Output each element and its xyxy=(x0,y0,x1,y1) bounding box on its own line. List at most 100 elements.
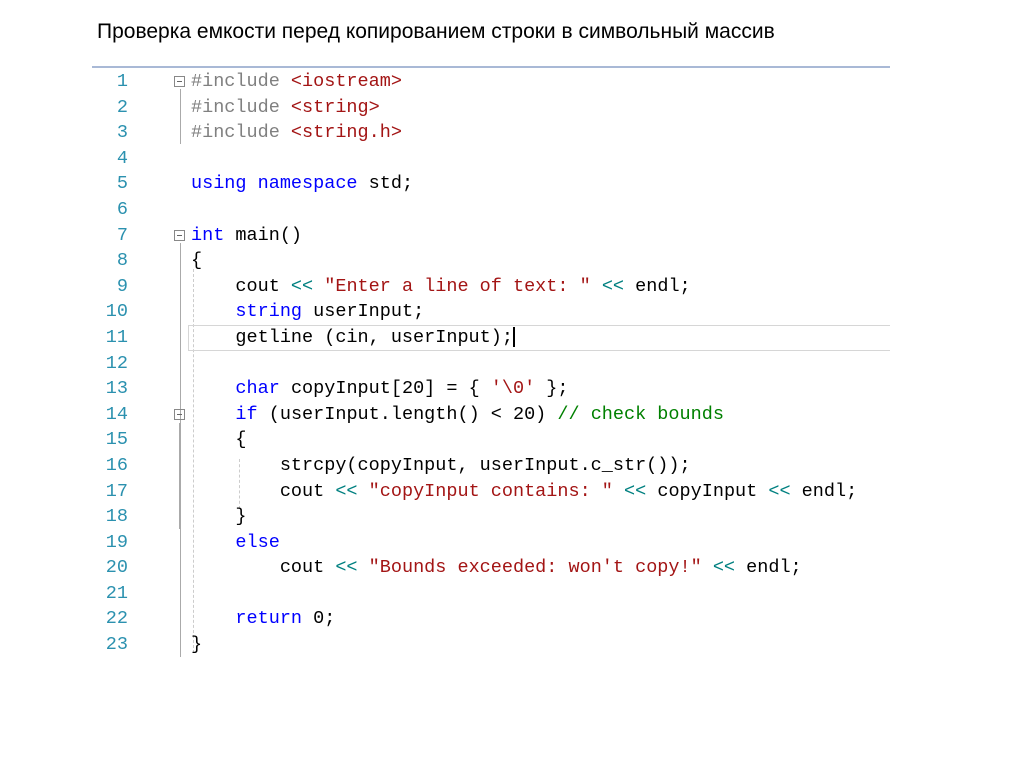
code-token: // check bounds xyxy=(557,403,724,425)
line-number: 15 xyxy=(105,429,128,451)
code-line[interactable]: 17 cout << "copyInput contains: " << cop… xyxy=(92,479,890,505)
code-token: "Bounds exceeded: won't copy!" xyxy=(368,557,702,579)
code-token: cout xyxy=(191,275,291,297)
code-token: <string> xyxy=(290,96,380,118)
code-text: using namespace std; xyxy=(191,171,413,197)
line-number: 10 xyxy=(105,301,128,323)
code-token: endl; xyxy=(624,275,691,297)
code-token: strcpy(copyInput, userInput.c_str()); xyxy=(191,454,691,476)
code-token: "copyInput contains: " xyxy=(368,480,613,502)
code-token: << xyxy=(335,480,358,502)
code-token: copyInput xyxy=(646,480,769,502)
editor-top-border xyxy=(92,66,890,68)
line-number: 9 xyxy=(116,275,128,297)
code-text: #include <string.h> xyxy=(191,120,402,146)
line-number: 7 xyxy=(116,224,128,246)
code-token: endl; xyxy=(735,557,802,579)
text-caret xyxy=(512,327,515,348)
line-number: 16 xyxy=(105,454,128,476)
code-line[interactable]: 11 getline (cin, userInput); xyxy=(92,324,890,351)
collapse-icon[interactable] xyxy=(174,229,185,241)
slide-title: Проверка емкости перед копированием стро… xyxy=(97,20,775,43)
code-line[interactable]: 20 cout << "Bounds exceeded: won't copy!… xyxy=(92,555,890,581)
code-line[interactable]: 22 return 0; xyxy=(92,606,890,632)
code-line[interactable]: 23} xyxy=(92,632,890,658)
code-token: userInput; xyxy=(302,301,425,323)
line-number: 18 xyxy=(105,506,128,528)
code-text: int main() xyxy=(191,223,302,249)
code-line[interactable]: 1 #include <iostream> xyxy=(92,69,890,95)
code-text: #include <iostream> xyxy=(191,69,402,95)
code-token: main() xyxy=(224,224,303,246)
code-line[interactable]: 13 char copyInput[20] = { '\0' }; xyxy=(92,376,890,402)
code-line[interactable]: 5 using namespace std; xyxy=(92,171,890,197)
line-number: 14 xyxy=(105,403,128,425)
code-editor[interactable]: 1 #include <iostream> 2 #include <string> 3 #… xyxy=(92,69,890,658)
code-line[interactable]: 3 #include <string.h> xyxy=(92,120,890,146)
code-line[interactable]: 9 cout << "Enter a line of text: " << en… xyxy=(92,274,890,300)
code-line[interactable]: 2 #include <string> xyxy=(92,95,890,121)
code-token: char xyxy=(235,378,280,400)
line-number: 19 xyxy=(105,531,128,553)
code-token: cout xyxy=(191,557,336,579)
code-line[interactable]: 18 } xyxy=(92,504,890,530)
code-token: << xyxy=(712,557,736,579)
code-token: getline (cin, userInput); xyxy=(191,326,513,348)
code-text: { xyxy=(191,248,202,274)
code-token: #include xyxy=(191,96,291,118)
code-token: (userInput.length() < 20) xyxy=(257,403,558,425)
code-text: } xyxy=(191,504,247,530)
collapse-icon[interactable] xyxy=(174,408,185,420)
code-token: } xyxy=(191,634,203,656)
line-number: 2 xyxy=(116,96,128,118)
code-line[interactable]: 7 int main() xyxy=(92,223,890,249)
collapse-icon[interactable] xyxy=(174,76,185,87)
code-line[interactable]: 16 strcpy(copyInput, userInput.c_str()); xyxy=(92,453,890,479)
code-token: string xyxy=(235,301,303,323)
code-line[interactable]: 14 if (userInput.length() < 20) // check… xyxy=(92,402,890,428)
code-text: if (userInput.length() < 20) // check bo… xyxy=(191,402,724,428)
code-line[interactable]: 12 xyxy=(92,351,890,377)
line-number: 20 xyxy=(105,557,128,579)
line-number: 4 xyxy=(116,147,128,169)
code-token: } xyxy=(191,506,247,528)
code-token: << xyxy=(624,480,647,502)
line-number: 12 xyxy=(105,352,128,374)
code-line[interactable]: 8{ xyxy=(92,248,890,274)
code-token: { xyxy=(191,250,203,272)
code-line[interactable]: 10 string userInput; xyxy=(92,299,890,325)
code-line[interactable]: 19 else xyxy=(92,530,890,556)
code-text: { xyxy=(191,427,247,453)
code-token: #include xyxy=(191,71,291,92)
code-token: <string.h> xyxy=(290,122,402,144)
code-text: cout << "Bounds exceeded: won't copy!" <… xyxy=(191,555,802,581)
code-text: } xyxy=(191,632,202,658)
code-line[interactable]: 6 xyxy=(92,197,890,223)
code-token: cout xyxy=(191,480,336,502)
code-token: <iostream> xyxy=(290,71,402,92)
code-text: strcpy(copyInput, userInput.c_str()); xyxy=(191,453,691,479)
code-token: { xyxy=(191,429,247,451)
code-line[interactable]: 15 { xyxy=(92,427,890,453)
code-text: char copyInput[20] = { '\0' }; xyxy=(191,376,569,402)
code-token: }; xyxy=(535,378,569,400)
line-number: 11 xyxy=(105,326,128,348)
code-text: getline (cin, userInput); xyxy=(191,325,515,351)
code-line[interactable]: 21 xyxy=(92,581,890,607)
code-line[interactable]: 4 xyxy=(92,146,890,172)
code-token: endl; xyxy=(790,480,858,502)
line-number: 22 xyxy=(105,608,128,630)
line-number: 6 xyxy=(116,198,128,220)
code-token: using namespace xyxy=(191,173,358,195)
code-text: #include <string> xyxy=(191,95,380,121)
code-token: copyInput[20] = { xyxy=(279,378,491,400)
code-text: cout << "copyInput contains: " << copyIn… xyxy=(191,479,857,505)
code-token: return xyxy=(235,608,303,630)
code-token: std; xyxy=(357,173,414,195)
